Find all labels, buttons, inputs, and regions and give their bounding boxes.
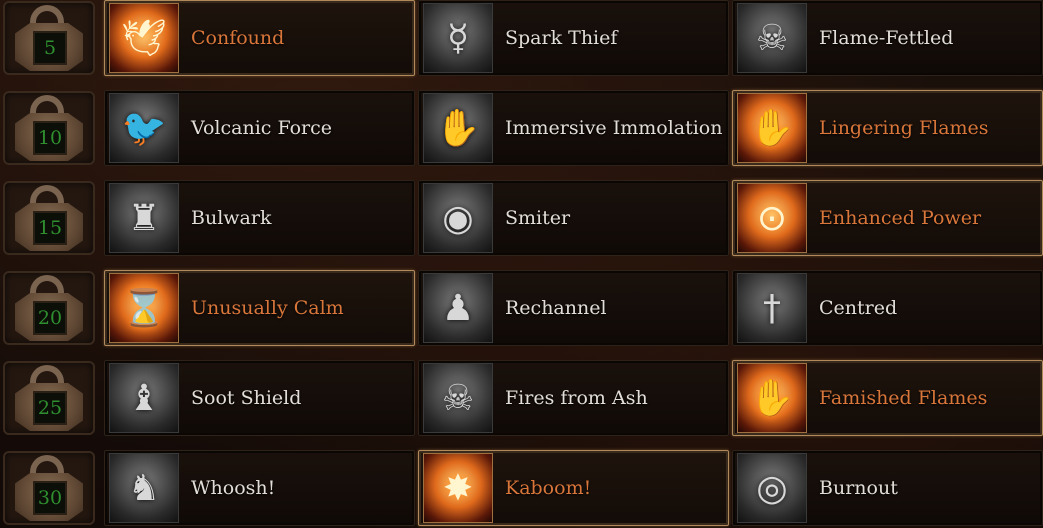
- talent-confound[interactable]: 🕊 Confound: [104, 0, 415, 76]
- fire-ring-icon: ⊙: [737, 183, 807, 253]
- talent-name: Famished Flames: [819, 387, 988, 409]
- talent-smiter[interactable]: ◉ Smiter: [418, 180, 729, 256]
- rising-figure-icon: ♞: [109, 453, 179, 523]
- shadow-figure-icon: ♟: [423, 273, 493, 343]
- level-number: 10: [37, 127, 63, 149]
- talent-name: Immersive Immolation: [505, 117, 723, 139]
- talent-name: Lingering Flames: [819, 117, 989, 139]
- level-number: 20: [37, 307, 63, 329]
- talent-whoosh[interactable]: ♞ Whoosh!: [104, 450, 415, 526]
- glowing-hand-icon: ✋: [737, 93, 807, 163]
- talent-name: Enhanced Power: [819, 207, 982, 229]
- talent-name: Kaboom!: [505, 477, 592, 499]
- talent-fires-from-ash[interactable]: ☠ Fires from Ash: [418, 360, 729, 436]
- talent-name: Rechannel: [505, 297, 607, 319]
- talent-spark-thief[interactable]: ☿ Spark Thief: [418, 0, 729, 76]
- talent-row-level-10: 10 🐦 Volcanic Force ✋ Immersive Immolati…: [0, 90, 1043, 168]
- talent-row-level-30: 30 ♞ Whoosh! ✸ Kaboom! ◎ Burnout: [0, 450, 1043, 528]
- level-plate: 15: [33, 211, 67, 245]
- talent-enhanced-power[interactable]: ⊙ Enhanced Power: [732, 180, 1043, 256]
- horned-skull-icon: ☠: [737, 3, 807, 73]
- talent-burnout[interactable]: ◎ Burnout: [732, 450, 1043, 526]
- level-plate: 5: [33, 31, 67, 65]
- talent-immersive-immolation[interactable]: ✋ Immersive Immolation: [418, 90, 729, 166]
- talent-bulwark[interactable]: ♜ Bulwark: [104, 180, 415, 256]
- talent-name: Volcanic Force: [191, 117, 333, 139]
- talent-volcanic-force[interactable]: 🐦 Volcanic Force: [104, 90, 415, 166]
- talent-name: Whoosh!: [191, 477, 276, 499]
- dove-icon: 🕊: [109, 3, 179, 73]
- talent-centred[interactable]: † Centred: [732, 270, 1043, 346]
- level-plate: 20: [33, 301, 67, 335]
- level-lock: 30: [3, 451, 95, 525]
- raven-icon: 🐦: [109, 93, 179, 163]
- talent-name: Centred: [819, 297, 898, 319]
- talent-name: Soot Shield: [191, 387, 302, 409]
- talent-rechannel[interactable]: ♟ Rechannel: [418, 270, 729, 346]
- dark-sphere-icon: ◉: [423, 183, 493, 253]
- level-plate: 30: [33, 481, 67, 515]
- exploding-figure-icon: ✸: [423, 453, 493, 523]
- talent-name: Spark Thief: [505, 27, 618, 49]
- level-number: 5: [43, 37, 57, 59]
- talent-name: Flame-Fettled: [819, 27, 954, 49]
- skull-icon: ☠: [423, 363, 493, 433]
- talent-row-level-25: 25 ♝ Soot Shield ☠ Fires from Ash ✋ Fami…: [0, 360, 1043, 438]
- level-lock: 15: [3, 181, 95, 255]
- level-plate: 10: [33, 121, 67, 155]
- level-number: 25: [37, 397, 63, 419]
- talent-name: Fires from Ash: [505, 387, 648, 409]
- grasping-hand-icon: ✋: [423, 93, 493, 163]
- winged-sigil-icon: ☿: [423, 3, 493, 73]
- shielded-figure-icon: ♝: [109, 363, 179, 433]
- level-number: 15: [37, 217, 63, 239]
- talent-name: Confound: [191, 27, 285, 49]
- talent-name: Unusually Calm: [191, 297, 344, 319]
- talent-name: Smiter: [505, 207, 571, 229]
- talent-famished-flames[interactable]: ✋ Famished Flames: [732, 360, 1043, 436]
- talent-flame-fettled[interactable]: ☠ Flame-Fettled: [732, 0, 1043, 76]
- hourglass-icon: ⌛: [109, 273, 179, 343]
- sword-icon: †: [737, 273, 807, 343]
- talent-lingering-flames[interactable]: ✋ Lingering Flames: [732, 90, 1043, 166]
- level-lock: 20: [3, 271, 95, 345]
- talent-grid: 5 🕊 Confound ☿ Spark Thief ☠ Flame-Fettl…: [0, 0, 1043, 528]
- level-number: 30: [37, 487, 63, 509]
- talent-row-level-5: 5 🕊 Confound ☿ Spark Thief ☠ Flame-Fettl…: [0, 0, 1043, 78]
- level-lock: 25: [3, 361, 95, 435]
- talent-row-level-20: 20 ⌛ Unusually Calm ♟ Rechannel † Centre…: [0, 270, 1043, 348]
- burning-hand-icon: ✋: [737, 363, 807, 433]
- cloaked-figure-icon: ♜: [109, 183, 179, 253]
- level-plate: 25: [33, 391, 67, 425]
- talent-name: Burnout: [819, 477, 898, 499]
- talent-name: Bulwark: [191, 207, 272, 229]
- talent-soot-shield[interactable]: ♝ Soot Shield: [104, 360, 415, 436]
- figure-in-rings-icon: ◎: [737, 453, 807, 523]
- talent-unusually-calm[interactable]: ⌛ Unusually Calm: [104, 270, 415, 346]
- talent-row-level-15: 15 ♜ Bulwark ◉ Smiter ⊙ Enhanced Power: [0, 180, 1043, 258]
- level-lock: 10: [3, 91, 95, 165]
- level-lock: 5: [3, 1, 95, 75]
- talent-kaboom[interactable]: ✸ Kaboom!: [418, 450, 729, 526]
